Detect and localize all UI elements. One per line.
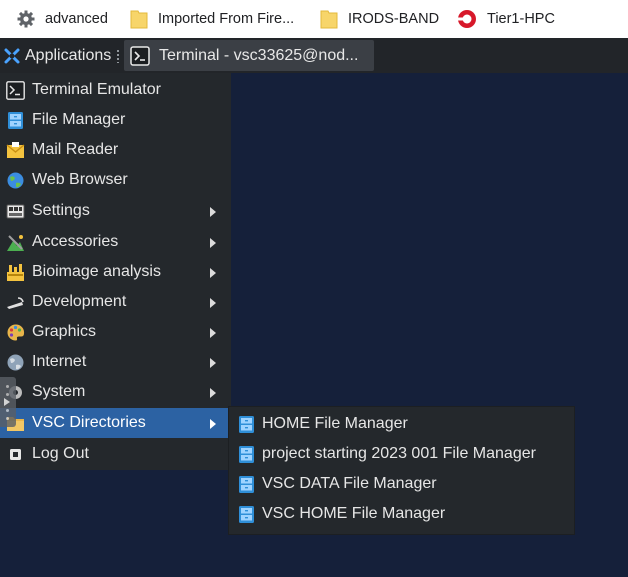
- menu-item-file-manager[interactable]: File Manager: [0, 105, 231, 135]
- file-manager-icon: [8, 112, 23, 129]
- menu-item-label: File Manager: [32, 111, 126, 128]
- menu-item-label: Terminal Emulator: [32, 81, 161, 98]
- bookmarks-bar: advanced Imported From Fire... IRODS-BAN…: [0, 0, 628, 38]
- bookmark-imported-from-firefox[interactable]: Imported From Fire...: [130, 0, 294, 38]
- bookmark-label: Tier1-HPC: [487, 11, 555, 27]
- menu-item-label: VSC Directories: [32, 414, 146, 431]
- settings-icon: [6, 204, 25, 219]
- globe-icon: [7, 354, 24, 371]
- accessories-icon: [7, 235, 24, 251]
- submenu-item-home-file-manager[interactable]: HOME File Manager: [229, 409, 574, 439]
- terminal-icon: [130, 45, 150, 66]
- menu-item-internet[interactable]: Internet: [0, 347, 231, 377]
- bookmark-tier1-hpc[interactable]: Tier1-HPC: [457, 0, 555, 38]
- applications-icon: [4, 48, 20, 63]
- applications-menu: Terminal Emulator File Manager Mail Read…: [0, 73, 231, 470]
- handle-dot: [6, 417, 9, 420]
- menu-item-label: Web Browser: [32, 171, 128, 188]
- submenu-arrow-icon: [210, 268, 216, 278]
- menu-item-label: Development: [32, 293, 127, 310]
- terminal-icon: [6, 81, 25, 100]
- development-icon: [7, 297, 24, 309]
- menu-item-label: Settings: [32, 202, 90, 219]
- submenu-arrow-icon: [210, 328, 216, 338]
- submenu-arrow-icon: [210, 419, 216, 429]
- bioimage-icon: [7, 264, 24, 281]
- submenu-item-label: VSC HOME File Manager: [262, 505, 446, 522]
- globe-icon: [7, 172, 24, 189]
- folder-icon: [130, 10, 148, 29]
- menu-item-label: System: [32, 383, 86, 400]
- handle-dot: [6, 385, 9, 388]
- submenu-item-project-file-manager[interactable]: project starting 2023 001 File Manager: [229, 439, 574, 469]
- taskbar-terminal-label: Terminal - vsc33625@nod...: [159, 46, 359, 64]
- menu-item-development[interactable]: Development: [0, 287, 231, 317]
- palette-icon: [7, 324, 25, 341]
- submenu-arrow-icon: [210, 298, 216, 308]
- submenu-item-vsc-home-file-manager[interactable]: VSC HOME File Manager: [229, 499, 574, 529]
- menu-item-system[interactable]: System: [0, 377, 231, 407]
- menu-item-settings[interactable]: Settings: [0, 196, 231, 226]
- menu-item-web-browser[interactable]: Web Browser: [0, 165, 231, 195]
- submenu-arrow-icon: [210, 238, 216, 248]
- tier1-logo-icon: [458, 10, 476, 28]
- desktop-panel: Applications Terminal - vsc33625@nod...: [0, 38, 628, 73]
- bookmark-irods-band[interactable]: IRODS-BAND: [320, 0, 439, 38]
- applications-label: Applications: [25, 46, 112, 64]
- submenu-item-label: HOME File Manager: [262, 415, 408, 432]
- handle-dot: [6, 393, 9, 396]
- gear-icon: [17, 10, 35, 28]
- menu-item-label: Accessories: [32, 233, 119, 250]
- applications-menu-button[interactable]: Applications: [0, 38, 111, 73]
- file-manager-icon: [239, 416, 254, 433]
- side-panel-handle[interactable]: [0, 377, 16, 427]
- mail-icon: [6, 142, 25, 158]
- menu-item-vsc-directories[interactable]: VSC Directories: [0, 408, 231, 438]
- submenu-arrow-icon: [210, 388, 216, 398]
- folder-icon: [320, 10, 338, 29]
- menu-item-mail-reader[interactable]: Mail Reader: [0, 135, 231, 165]
- menu-item-label: Log Out: [32, 445, 89, 462]
- file-manager-icon: [239, 506, 254, 523]
- file-manager-icon: [239, 446, 254, 463]
- menu-item-graphics[interactable]: Graphics: [0, 317, 231, 347]
- menu-item-label: Bioimage analysis: [32, 263, 161, 280]
- menu-item-bioimage-analysis[interactable]: Bioimage analysis: [0, 257, 231, 287]
- bookmark-label: Imported From Fire...: [158, 11, 295, 27]
- bookmark-label: IRODS-BAND: [348, 11, 440, 27]
- submenu-item-label: project starting 2023 001 File Manager: [262, 445, 536, 462]
- menu-item-label: Graphics: [32, 323, 97, 340]
- menu-item-accessories[interactable]: Accessories: [0, 227, 231, 257]
- handle-dot: [6, 409, 9, 412]
- vsc-directories-submenu: HOME File Manager project starting 2023 …: [229, 407, 574, 534]
- menu-item-label: Internet: [32, 353, 87, 370]
- bookmark-advanced[interactable]: advanced: [17, 0, 108, 38]
- file-manager-icon: [239, 476, 254, 493]
- bookmark-label: advanced: [45, 11, 108, 27]
- logout-icon: [10, 449, 21, 460]
- menu-item-terminal-emulator[interactable]: Terminal Emulator: [0, 75, 231, 105]
- submenu-arrow-icon: [210, 358, 216, 368]
- menu-item-label: Mail Reader: [32, 141, 119, 158]
- menu-item-log-out[interactable]: Log Out: [0, 439, 231, 469]
- taskbar-terminal-button[interactable]: Terminal - vsc33625@nod...: [124, 40, 374, 71]
- submenu-item-vsc-data-file-manager[interactable]: VSC DATA File Manager: [229, 469, 574, 499]
- panel-grip[interactable]: [116, 49, 120, 63]
- submenu-item-label: VSC DATA File Manager: [262, 475, 437, 492]
- expand-arrow-icon: [4, 398, 10, 406]
- submenu-arrow-icon: [210, 207, 216, 217]
